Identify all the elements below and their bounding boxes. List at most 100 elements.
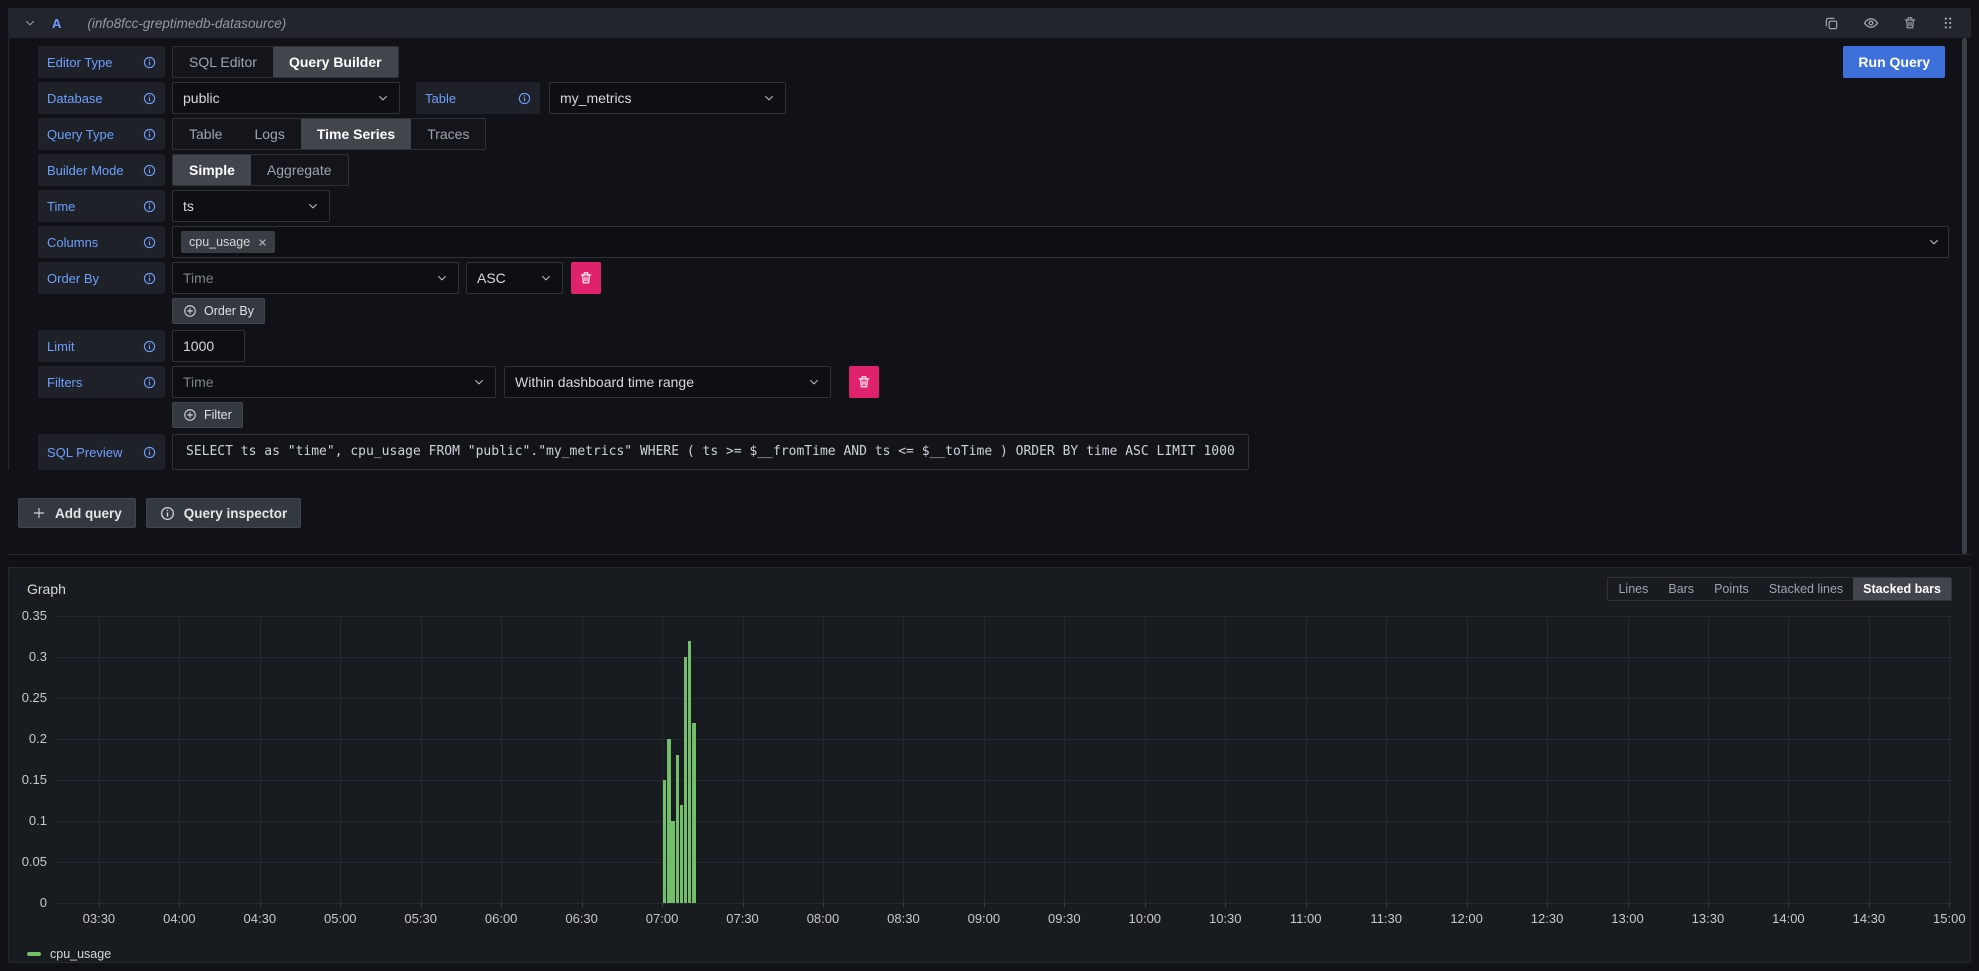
info-icon[interactable] — [143, 200, 156, 213]
duplicate-query-icon[interactable] — [1824, 16, 1839, 31]
info-icon[interactable] — [143, 236, 156, 249]
time-column-select[interactable]: ts — [172, 190, 330, 222]
tab-logs[interactable]: Logs — [238, 119, 300, 149]
gridline-v — [1386, 616, 1387, 903]
x-axis-tick — [743, 903, 744, 907]
remove-column-icon[interactable] — [258, 238, 267, 247]
collapse-query-icon[interactable] — [24, 17, 36, 29]
tab-traces[interactable]: Traces — [411, 119, 485, 149]
panel-title: Graph — [27, 581, 66, 597]
delete-query-icon[interactable] — [1903, 16, 1917, 30]
datasource-name: (info8fcc-greptimedb-datasource) — [87, 16, 286, 31]
graph-panel: Graph Lines Bars Points Stacked lines St… — [8, 567, 1971, 963]
info-icon[interactable] — [143, 446, 156, 459]
tab-time-series[interactable]: Time Series — [301, 119, 411, 149]
chevron-down-icon — [1928, 236, 1940, 248]
limit-input[interactable] — [172, 330, 245, 362]
bar-cpu_usage — [676, 755, 679, 903]
order-by-row: Order By Time ASC — [38, 262, 1971, 294]
mode-lines[interactable]: Lines — [1608, 578, 1658, 600]
x-axis-tick — [1064, 903, 1065, 907]
info-icon[interactable] — [143, 92, 156, 105]
x-axis-label: 14:30 — [1853, 911, 1886, 926]
field-label-sql-preview: SQL Preview — [38, 434, 165, 470]
x-axis-label: 04:00 — [163, 911, 196, 926]
bar-cpu_usage — [692, 723, 695, 903]
x-axis-tick — [1708, 903, 1709, 907]
filter-condition-select[interactable]: Within dashboard time range — [504, 366, 831, 398]
add-filter-button[interactable]: Filter — [172, 402, 243, 428]
run-query-button[interactable]: Run Query — [1843, 46, 1945, 78]
label-text: SQL Preview — [47, 445, 122, 460]
plus-icon — [32, 506, 46, 520]
legend-label[interactable]: cpu_usage — [50, 947, 111, 961]
info-icon[interactable] — [143, 164, 156, 177]
drag-handle-icon[interactable] — [1941, 16, 1955, 30]
add-filter-row: Filter — [172, 402, 1971, 428]
query-type-row: Query Type Table Logs Time Series Traces — [38, 118, 1971, 150]
x-axis-tick — [1467, 903, 1468, 907]
order-by-column-select[interactable]: Time — [172, 262, 459, 294]
plot-area[interactable] — [56, 616, 1952, 903]
table-select[interactable]: my_metrics — [549, 82, 786, 114]
order-by-direction-select[interactable]: ASC — [466, 262, 563, 294]
info-icon[interactable] — [143, 340, 156, 353]
remove-order-by-button[interactable] — [571, 262, 601, 294]
field-label-database: Database — [38, 82, 165, 114]
gridline-v — [984, 616, 985, 903]
gridline-v — [1225, 616, 1226, 903]
info-icon[interactable] — [143, 56, 156, 69]
gridline-v — [1869, 616, 1870, 903]
x-axis-tick — [582, 903, 583, 907]
query-row-header[interactable]: A (info8fcc-greptimedb-datasource) — [8, 8, 1971, 38]
x-axis-tick — [340, 903, 341, 907]
database-select[interactable]: public — [172, 82, 400, 114]
query-editor-body: Run Query Editor Type SQL Editor Query B… — [8, 38, 1971, 470]
add-query-button[interactable]: Add query — [18, 498, 136, 528]
info-icon[interactable] — [143, 128, 156, 141]
info-icon[interactable] — [518, 92, 531, 105]
bar-cpu_usage — [688, 641, 691, 903]
columns-multiselect[interactable]: cpu_usage — [172, 226, 1949, 258]
mode-points[interactable]: Points — [1704, 578, 1759, 600]
scrollbar-thumb[interactable] — [1962, 38, 1967, 554]
editor-type-toggle: SQL Editor Query Builder — [172, 46, 399, 78]
button-label: Query inspector — [184, 506, 288, 521]
remove-filter-button[interactable] — [849, 366, 879, 398]
sql-preview-text: SELECT ts as "time", cpu_usage FROM "pub… — [186, 444, 1235, 459]
tab-sql-editor[interactable]: SQL Editor — [173, 47, 273, 77]
mode-stacked-bars[interactable]: Stacked bars — [1853, 578, 1951, 600]
filter-column-select[interactable]: Time — [172, 366, 496, 398]
chevron-down-icon — [307, 200, 319, 212]
info-icon[interactable] — [143, 272, 156, 285]
label-text: Filters — [47, 375, 82, 390]
select-value: Within dashboard time range — [515, 374, 800, 390]
gridline-v — [1788, 616, 1789, 903]
x-axis-label: 12:30 — [1531, 911, 1564, 926]
x-axis-label: 07:00 — [646, 911, 679, 926]
hide-query-icon[interactable] — [1863, 15, 1879, 31]
gridline-v — [340, 616, 341, 903]
gridline-v — [421, 616, 422, 903]
x-axis-label: 11:30 — [1370, 911, 1402, 926]
x-axis-tick — [1547, 903, 1548, 907]
x-axis-label: 10:00 — [1129, 911, 1162, 926]
y-axis-label: 0.35 — [9, 608, 47, 624]
mode-stacked-lines[interactable]: Stacked lines — [1759, 578, 1853, 600]
tab-simple[interactable]: Simple — [173, 155, 251, 185]
tab-aggregate[interactable]: Aggregate — [251, 155, 348, 185]
info-icon[interactable] — [143, 376, 156, 389]
trash-icon — [857, 375, 871, 389]
tab-query-builder[interactable]: Query Builder — [273, 47, 398, 77]
label-text: Time — [47, 199, 75, 214]
x-axis-tick — [903, 903, 904, 907]
mode-bars[interactable]: Bars — [1658, 578, 1704, 600]
add-order-by-button[interactable]: Order By — [172, 298, 265, 324]
gridline-v — [1064, 616, 1065, 903]
tab-table[interactable]: Table — [173, 119, 238, 149]
x-axis-label: 11:00 — [1290, 911, 1322, 926]
x-axis-label: 15:00 — [1933, 911, 1966, 926]
x-axis-label: 12:00 — [1450, 911, 1483, 926]
query-inspector-button[interactable]: Query inspector — [146, 498, 302, 528]
gridline-v — [1949, 616, 1950, 903]
